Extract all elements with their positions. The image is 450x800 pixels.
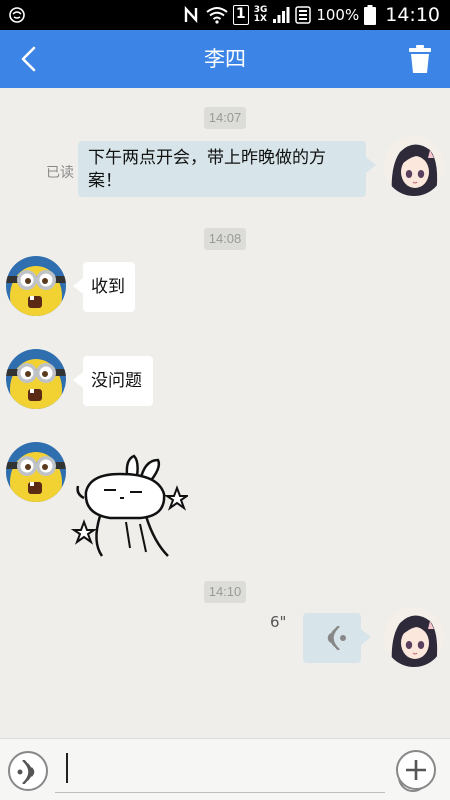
sim-indicator: 1 (235, 6, 246, 22)
text-cursor (66, 753, 68, 783)
add-attachment-button[interactable] (396, 750, 436, 790)
timestamp: 14:07 (204, 107, 246, 129)
voice-input-button[interactable] (8, 751, 48, 791)
network-type: 3G 1X (254, 6, 268, 24)
timestamp: 14:10 (204, 581, 246, 603)
message-bubble-outgoing[interactable]: 下午两点开会，带上昨晚做的方 案！ (78, 141, 376, 197)
read-status: 已读 (46, 165, 74, 181)
minion-avatar[interactable] (6, 349, 66, 409)
message-input[interactable] (55, 749, 428, 793)
chat-header: 李四 (0, 30, 450, 88)
timestamp: 14:08 (204, 228, 246, 250)
girl-avatar[interactable] (384, 136, 444, 196)
message-text: 收到 (91, 277, 125, 297)
rabbit-sticker[interactable] (70, 452, 188, 560)
trash-icon[interactable] (408, 44, 432, 74)
sim-icon: 1 (232, 5, 249, 25)
status-bar: 1 3G 1X 100% 14:10 (0, 0, 450, 30)
girl-avatar[interactable] (384, 607, 444, 667)
minion-avatar[interactable] (6, 256, 66, 316)
message-bubble-incoming[interactable]: 收到 (73, 262, 135, 312)
data-icon (295, 6, 312, 24)
battery-icon (364, 5, 377, 25)
minion-avatar[interactable] (6, 442, 66, 502)
chat-title: 李四 (204, 47, 246, 71)
voice-wave-icon (327, 626, 346, 650)
nfc-icon (184, 6, 197, 24)
plus-icon (406, 760, 426, 780)
message-line: 下午两点开会，带上昨晚做的方 (88, 148, 326, 168)
signal-icon (273, 7, 290, 23)
notification-icon (9, 7, 25, 23)
battery-percent: 100% (316, 6, 360, 24)
message-bubble-incoming[interactable]: 没问题 (73, 356, 153, 406)
message-line: 案！ (88, 171, 122, 191)
clock: 14:10 (385, 4, 440, 26)
network-bottom: 1X (253, 14, 267, 24)
input-bar (0, 738, 450, 800)
message-text: 没问题 (91, 371, 142, 391)
voice-duration: 6" (270, 613, 287, 631)
voice-wave-icon (17, 760, 35, 784)
voice-message-bubble[interactable] (303, 613, 371, 663)
wifi-icon (206, 7, 228, 24)
